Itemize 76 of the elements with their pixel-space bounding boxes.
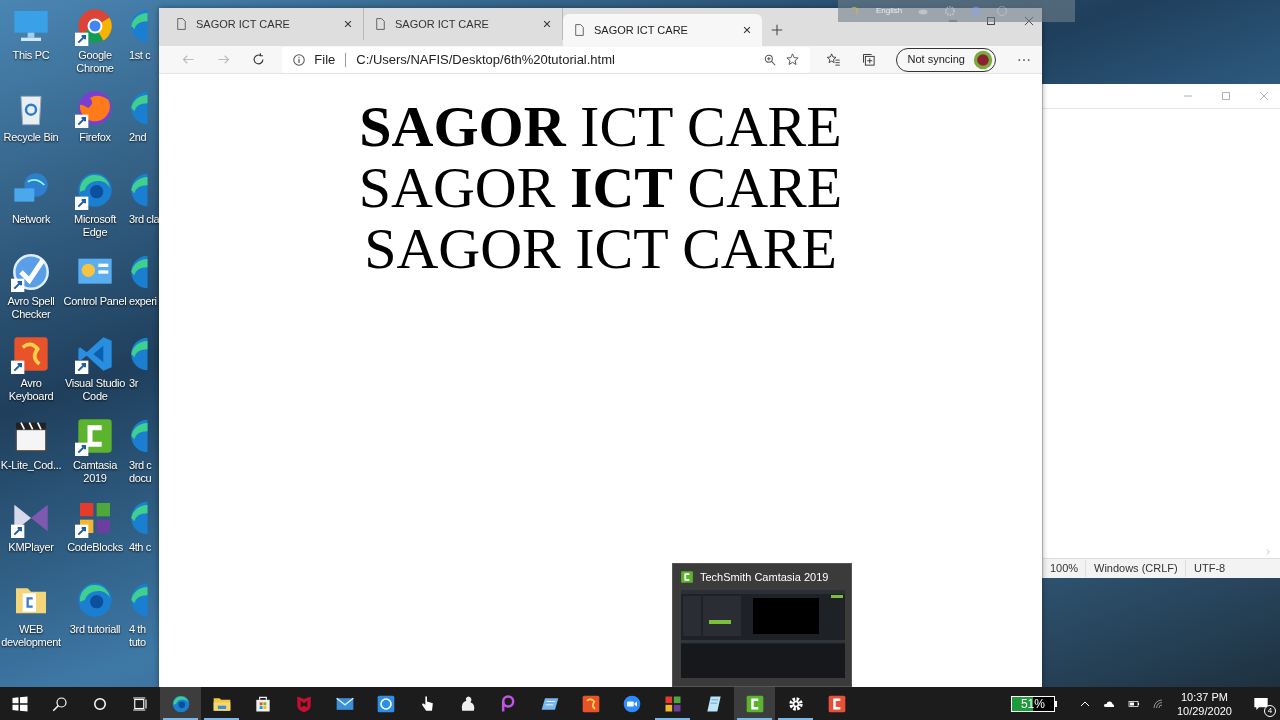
icon-label[interactable]: Network [11,213,51,226]
camtasia-icon [680,570,694,584]
chrome-icon[interactable] [75,6,115,46]
zoom-icon[interactable] [762,52,777,67]
address-scheme: File [314,50,336,69]
heading-text: SAGOR ICT CARE [358,157,843,218]
icon-label[interactable]: 3r [128,377,138,390]
status-text: UTF-8 [1185,560,1226,577]
icon-label[interactable]: 4th c [128,541,151,554]
icon-label[interactable]: 4 th tuto [128,623,146,649]
browser-tab[interactable]: SAGOR ICT CARE [563,14,762,46]
page-icon [573,23,586,37]
address-url: C:/Users/NAFIS/Desktop/6th%20tutorial.html [356,50,616,69]
battery-reading: 51% [1020,697,1045,710]
close-icon[interactable] [1022,14,1036,28]
notification-button[interactable]: 4 [1248,690,1274,717]
fox-globe-icon[interactable] [75,88,115,128]
camtasia-icon[interactable] [75,416,115,456]
keyboard-app-icon[interactable] [11,334,51,374]
icon-label[interactable]: Firefox [79,131,111,144]
windows-logo-icon [11,694,29,713]
video-camera-icon [621,693,642,714]
status-text: 100% [1049,561,1080,577]
edge-icon[interactable] [75,170,115,210]
icon-label[interactable]: Microsoft Edge [74,213,116,239]
collections-icon[interactable] [860,52,876,67]
star-icon[interactable] [784,52,800,67]
clock[interactable]: 10:37 PM 10/29/2020 [1174,689,1234,718]
icon-label[interactable]: This PC [12,49,50,62]
browser-tab[interactable]: SAGOR ICT CARE [165,8,364,40]
status-text: Windows (CRLF) [1085,560,1185,577]
edge-icon [170,693,191,714]
close-icon[interactable] [542,19,552,29]
search-icon [51,694,69,713]
icon-label[interactable]: experi [128,295,157,308]
new-tab-icon[interactable] [770,23,784,37]
icon-label[interactable]: 3rd tutoriall [69,623,121,636]
avatar-icon [973,49,993,70]
icon-label[interactable]: Camtasia 2019 [72,459,118,485]
sync-app-icon [375,693,396,714]
icon-label[interactable]: CodeBlocks [67,541,123,554]
icon-label[interactable]: KMPlayer [8,541,54,554]
page-icon [175,17,188,31]
task-view-icon [131,694,149,713]
icon-label[interactable]: 1st c [128,49,151,62]
keyboard-app-icon [580,693,601,714]
heading-text: SAGOR ICT CARE [359,96,842,157]
icon-label[interactable]: Recycle Bin [3,131,59,144]
icon-label[interactable]: Avro Spell Checker [7,295,55,321]
page-icon [374,17,387,31]
refresh-icon [251,52,267,67]
edge-icon[interactable] [75,580,115,620]
icon-label[interactable]: 3rd c docu [128,459,152,485]
icon-label[interactable]: 2nd [128,131,147,144]
wifi-icon[interactable] [1150,697,1165,710]
speech-bubble-icon [1252,695,1270,712]
icon-label[interactable]: Control Panel [63,295,127,308]
icon-label[interactable]: Avro Keyboard [8,377,54,403]
heading-text: SAGOR ICT CARE [364,218,837,279]
favorites-icon[interactable] [825,52,841,67]
icon-label[interactable]: Visual Studio Code [64,377,126,403]
checkmark-icon[interactable] [11,252,51,292]
preview-title: TechSmith Camtasia 2019 [700,569,829,585]
camtasia-icon [744,693,765,714]
address-bar[interactable]: File C:/Users/NAFIS/Desktop/6th%20tutorial.html [282,46,810,73]
code-editor-icon[interactable] [75,334,115,374]
taskbar-app-button[interactable] [734,687,775,720]
icon-label[interactable]: 3rd cla [128,213,159,226]
recorder-icon [826,693,847,714]
close-icon[interactable] [742,25,752,35]
maximize-icon[interactable] [984,14,998,28]
icon-label[interactable]: K-Lite_Cod... [0,459,62,472]
close-icon[interactable] [343,19,353,29]
icon-label[interactable]: Google Chrome [76,49,114,75]
icon-label[interactable]: WEB development [1,623,61,649]
notification-count: 4 [1264,704,1276,717]
